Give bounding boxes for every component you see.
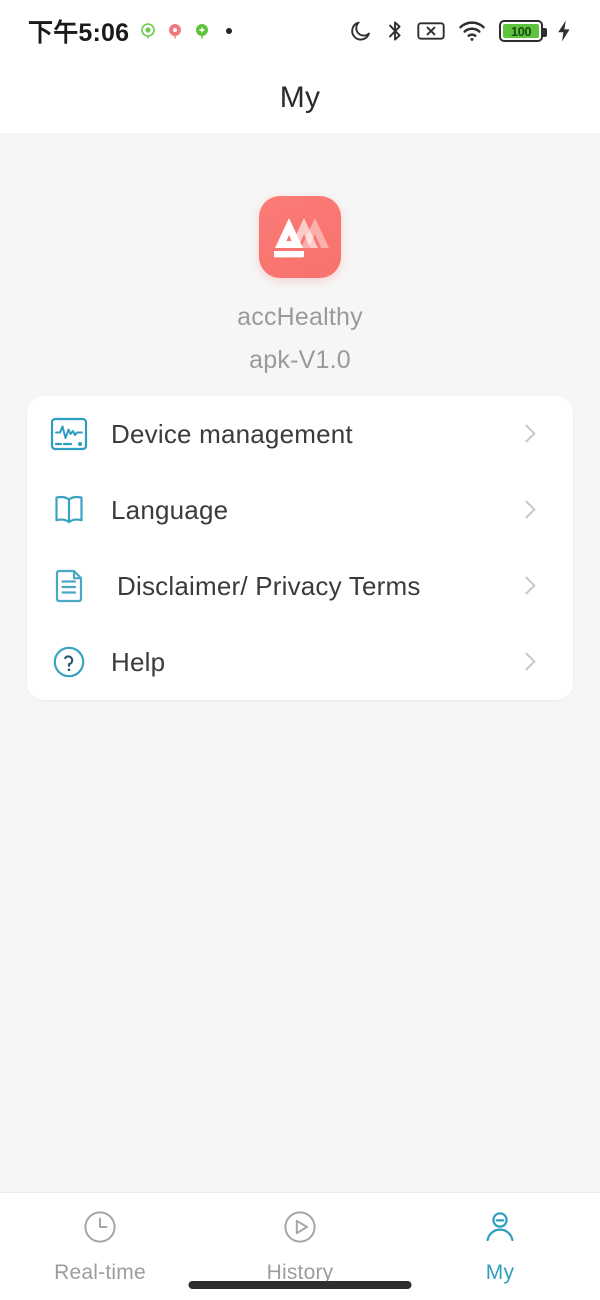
app-notification-green-2 [194, 23, 210, 39]
app-name: accHealthy [237, 303, 363, 331]
tab-my[interactable]: My [400, 1193, 600, 1285]
battery-percent: 100 [510, 23, 532, 39]
tab-label: Real-time [54, 1261, 146, 1284]
menu-item-disclaimer-privacy-terms[interactable]: Disclaimer/ Privacy Terms [27, 548, 573, 624]
battery-indicator: 100 [499, 20, 547, 42]
page-title: My [279, 80, 321, 114]
wifi-icon [458, 19, 486, 43]
status-bar-left: 下午5:06 [28, 13, 233, 49]
page-header: My [0, 62, 600, 133]
menu-item-label: Help [111, 646, 166, 677]
app-identity-block: accHealthy apk-V1.0 [0, 133, 600, 375]
app-screen: 下午5:06 100 My accHealthy apk-V1.0 Device… [0, 0, 600, 1300]
tab-label: My [485, 1261, 515, 1284]
tab-real-time[interactable]: Real-time [0, 1193, 200, 1285]
charging-bolt-icon [556, 19, 572, 43]
status-bar-right: 100 [349, 19, 572, 43]
app-notification-red [167, 23, 183, 39]
status-bar: 下午5:06 100 [0, 0, 600, 62]
menu-item-label: Disclaimer/ Privacy Terms [117, 570, 421, 601]
person-icon [480, 1207, 520, 1252]
menu-item-device-management[interactable]: Device management [27, 396, 573, 472]
status-bar-clock: 下午5:06 [28, 19, 130, 47]
tab-history[interactable]: History [200, 1193, 400, 1285]
menu-item-label: Language [111, 494, 229, 525]
menu-item-language[interactable]: Language [27, 472, 573, 548]
status-overflow-dot [226, 28, 233, 34]
chevron-right-icon [517, 651, 539, 673]
document-icon [27, 568, 111, 604]
accHealthy-app-icon [259, 196, 341, 278]
menu-item-label: Device management [111, 418, 353, 449]
clock-icon [80, 1207, 120, 1252]
app-version: apk-V1.0 [249, 346, 351, 374]
settings-card: Device management Language Disclaimer/ P… [27, 396, 573, 700]
question-circle-icon [27, 645, 111, 679]
bottom-tab-bar: Real-time History My [0, 1192, 600, 1300]
chevron-right-icon [517, 499, 539, 521]
chevron-right-icon [517, 575, 539, 597]
bluetooth-icon [386, 19, 404, 43]
sim-disabled-icon [417, 20, 445, 42]
play-circle-icon [280, 1207, 320, 1252]
device-monitor-icon [27, 417, 111, 451]
home-indicator[interactable] [188, 1281, 412, 1289]
do-not-disturb-icon [349, 19, 373, 43]
book-icon [27, 493, 111, 527]
menu-item-help[interactable]: Help [27, 624, 573, 700]
app-notification-green [140, 23, 156, 39]
chevron-right-icon [517, 423, 539, 445]
